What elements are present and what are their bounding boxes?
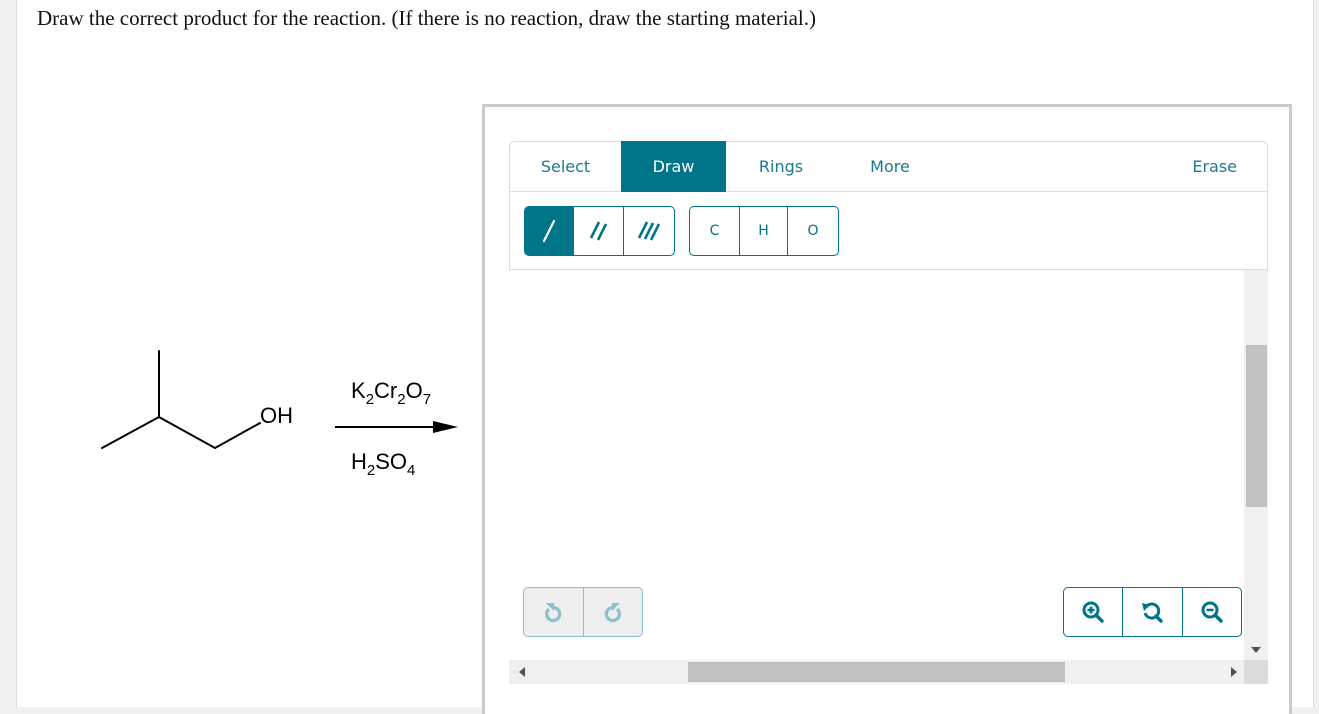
single-bond-icon: [543, 219, 556, 243]
zoom-out-button[interactable]: [1183, 588, 1241, 636]
zoom-in-icon: [1082, 601, 1104, 623]
atom-carbon-button[interactable]: C: [690, 207, 740, 255]
scroll-left-arrow-icon[interactable]: [519, 667, 525, 677]
page-content: Draw the correct product for the reactio…: [16, 0, 1314, 714]
scrollbar-corner: [1244, 660, 1268, 684]
triple-bond-icon: [637, 221, 661, 241]
undo-icon: [545, 603, 562, 623]
tab-draw[interactable]: Draw: [621, 141, 726, 192]
reaction-scheme: OH K2Cr2O7 H2SO4: [101, 350, 458, 479]
single-bond-button[interactable]: [525, 207, 575, 255]
atom-oxygen-button[interactable]: O: [788, 207, 838, 255]
redo-icon: [604, 603, 621, 623]
bond-methyl-left: [101, 416, 160, 449]
reagent-potassium-dichromate: K2Cr2O7: [351, 378, 431, 408]
bond-ch-ch2: [158, 416, 216, 449]
scroll-down-arrow-icon[interactable]: [1251, 647, 1261, 653]
hydroxyl-label: OH: [260, 403, 293, 428]
horizontal-scrollbar[interactable]: [509, 660, 1244, 684]
atom-hydrogen-button[interactable]: H: [740, 207, 788, 255]
editor-tab-bar: Select Draw Rings More Erase: [509, 141, 1268, 192]
structure-editor: Select Draw Rings More Erase C H O: [482, 104, 1292, 714]
triple-bond-button[interactable]: [624, 207, 674, 255]
erase-button[interactable]: Erase: [1192, 141, 1237, 192]
bond-ch2-o: [214, 422, 261, 449]
double-bond-icon: [589, 221, 607, 241]
atom-tool-group: C H O: [689, 206, 839, 256]
redo-button[interactable]: [584, 588, 643, 636]
zoom-reset-icon: [1142, 602, 1164, 623]
horizontal-scroll-thumb[interactable]: [688, 662, 1065, 682]
starting-material-structure: [101, 350, 261, 449]
reagent-sulfuric-acid: H2SO4: [351, 449, 415, 479]
zoom-reset-button[interactable]: [1123, 588, 1183, 636]
draw-tool-row: C H O: [509, 192, 1268, 270]
tab-more[interactable]: More: [836, 141, 944, 192]
tab-select[interactable]: Select: [510, 141, 621, 192]
vertical-scrollbar[interactable]: [1244, 270, 1268, 684]
zoom-controls: [1063, 587, 1242, 637]
double-bond-button[interactable]: [574, 207, 624, 255]
history-controls: [523, 587, 643, 637]
scroll-right-arrow-icon[interactable]: [1231, 667, 1237, 677]
zoom-in-button[interactable]: [1064, 588, 1124, 636]
bond-tool-group: [524, 206, 675, 256]
undo-button[interactable]: [524, 588, 584, 636]
zoom-out-icon: [1201, 601, 1223, 623]
vertical-scroll-thumb[interactable]: [1246, 345, 1267, 507]
reaction-arrow: [335, 421, 458, 433]
tab-rings[interactable]: Rings: [726, 141, 836, 192]
